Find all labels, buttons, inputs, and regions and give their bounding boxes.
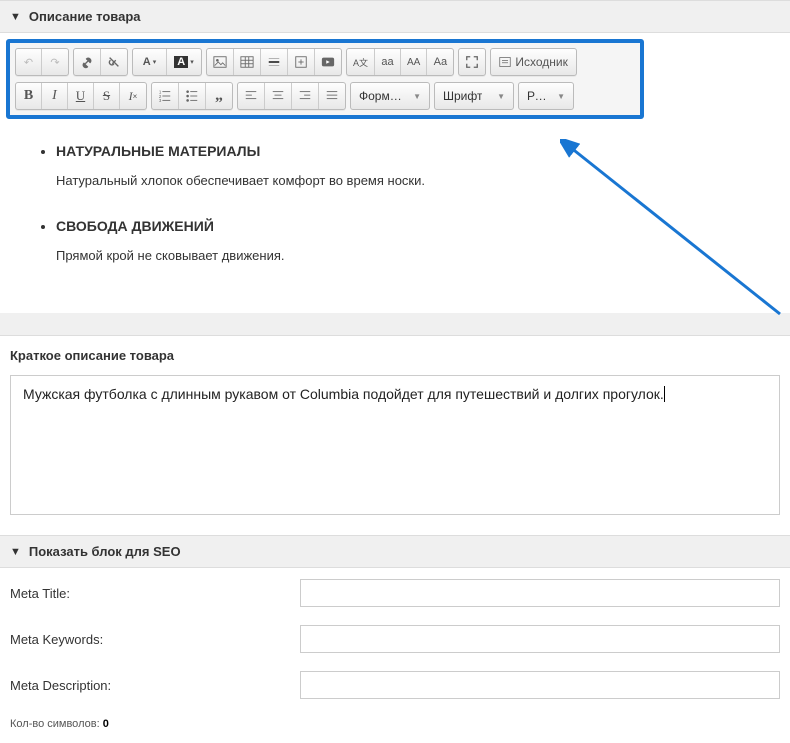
- chevron-down-icon: ▼: [10, 11, 21, 23]
- source-button[interactable]: Исходник: [491, 49, 575, 75]
- dropdown-arrow-icon: ▼: [497, 92, 505, 101]
- translate-button[interactable]: A文: [347, 49, 375, 75]
- undo-button[interactable]: ↶: [16, 49, 42, 75]
- short-description-input[interactable]: Мужская футболка с длинным рукавом от Co…: [10, 375, 780, 515]
- table-icon: [240, 55, 254, 69]
- image-button[interactable]: [207, 49, 234, 75]
- bold-button[interactable]: B: [16, 83, 42, 109]
- bullet-item: СВОБОДА ДВИЖЕНИЙ: [56, 218, 764, 234]
- youtube-icon: [321, 55, 335, 69]
- format-select[interactable]: Формат... ▼: [350, 82, 430, 110]
- short-description-section: Краткое описание товара Мужская футболка…: [0, 335, 790, 515]
- youtube-button[interactable]: [315, 49, 341, 75]
- format-select-label: Формат...: [359, 89, 407, 103]
- alignright-button[interactable]: [292, 83, 319, 109]
- unlink-button[interactable]: [101, 49, 127, 75]
- source-label: Исходник: [515, 55, 567, 69]
- strike-button[interactable]: S: [94, 83, 120, 109]
- toolbar-highlight-box: ↶ ↷ A▾ A▾: [6, 39, 644, 119]
- table-button[interactable]: [234, 49, 261, 75]
- alignright-icon: [298, 89, 312, 103]
- char-count-value: 0: [103, 718, 109, 730]
- italic-button[interactable]: I: [42, 83, 68, 109]
- editor-container: ↶ ↷ A▾ A▾: [0, 33, 790, 313]
- toolbar-row-1: ↶ ↷ A▾ A▾: [12, 45, 638, 79]
- numberedlist-icon: 123: [158, 89, 172, 103]
- hr-button[interactable]: [261, 49, 288, 75]
- blockquote-button[interactable]: „: [206, 83, 232, 109]
- aligncenter-icon: [271, 89, 285, 103]
- svg-text:3: 3: [159, 98, 162, 103]
- short-description-text: Мужская футболка с длинным рукавом от Co…: [23, 386, 664, 402]
- editor-content[interactable]: НАТУРАЛЬНЫЕ МАТЕРИАЛЫ Натуральный хлопок…: [6, 119, 784, 313]
- dropdown-arrow-icon: ▼: [413, 92, 421, 101]
- meta-title-input[interactable]: [300, 579, 780, 607]
- hr-icon: [267, 55, 281, 69]
- maximize-icon: [465, 55, 479, 69]
- meta-keywords-input[interactable]: [300, 625, 780, 653]
- char-count-label: Кол-во символов:: [10, 718, 103, 730]
- meta-keywords-label: Meta Keywords:: [10, 632, 300, 647]
- bullet-item: НАТУРАЛЬНЫЕ МАТЕРИАЛЫ: [56, 143, 764, 159]
- aligncenter-button[interactable]: [265, 83, 292, 109]
- removeformat-button[interactable]: I×: [120, 83, 146, 109]
- image-icon: [213, 55, 227, 69]
- link-icon: [80, 55, 94, 69]
- chevron-down-icon: ▼: [10, 546, 21, 558]
- seo-panel-header[interactable]: ▼ Показать блок для SEO: [0, 535, 790, 568]
- meta-description-input[interactable]: [300, 671, 780, 699]
- numberedlist-button[interactable]: 123: [152, 83, 179, 109]
- meta-title-label: Meta Title:: [10, 586, 300, 601]
- redo-button[interactable]: ↷: [42, 49, 68, 75]
- lowercase-button[interactable]: aa: [375, 49, 401, 75]
- fontsize-select-label: Ра...: [527, 89, 551, 103]
- capitalize-button[interactable]: Aa: [427, 49, 453, 75]
- bulletlist-icon: [185, 89, 199, 103]
- description-panel-header[interactable]: ▼ Описание товара: [0, 0, 790, 33]
- short-description-label: Краткое описание товара: [0, 336, 790, 375]
- seo-panel-title: Показать блок для SEO: [29, 544, 181, 559]
- source-icon: [499, 56, 511, 68]
- maximize-button[interactable]: [459, 49, 485, 75]
- alignleft-icon: [244, 89, 258, 103]
- char-count: Кол-во символов: 0: [0, 708, 790, 740]
- seo-fields: Meta Title: Meta Keywords: Meta Descript…: [0, 568, 790, 742]
- link-button[interactable]: [74, 49, 101, 75]
- bgcolor-button[interactable]: A▾: [167, 49, 201, 75]
- bullet-text: Натуральный хлопок обеспечивает комфорт …: [26, 173, 764, 188]
- textcolor-button[interactable]: A▾: [133, 49, 167, 75]
- dropdown-arrow-icon: ▼: [557, 92, 565, 101]
- font-select-label: Шрифт: [443, 89, 482, 103]
- fontsize-select[interactable]: Ра... ▼: [518, 82, 574, 110]
- templates-button[interactable]: [288, 49, 315, 75]
- justify-button[interactable]: [319, 83, 345, 109]
- bullet-text: Прямой крой не сковывает движения.: [26, 248, 764, 263]
- alignleft-button[interactable]: [238, 83, 265, 109]
- underline-button[interactable]: U: [68, 83, 94, 109]
- toolbar-row-2: B I U S I× 123 „: [12, 79, 638, 113]
- font-select[interactable]: Шрифт ▼: [434, 82, 514, 110]
- templates-icon: [294, 55, 308, 69]
- unlink-icon: [107, 55, 121, 69]
- justify-icon: [325, 89, 339, 103]
- description-panel-title: Описание товара: [29, 9, 141, 24]
- uppercase-button[interactable]: AA: [401, 49, 427, 75]
- bulletlist-button[interactable]: [179, 83, 206, 109]
- meta-description-label: Meta Description:: [10, 678, 300, 693]
